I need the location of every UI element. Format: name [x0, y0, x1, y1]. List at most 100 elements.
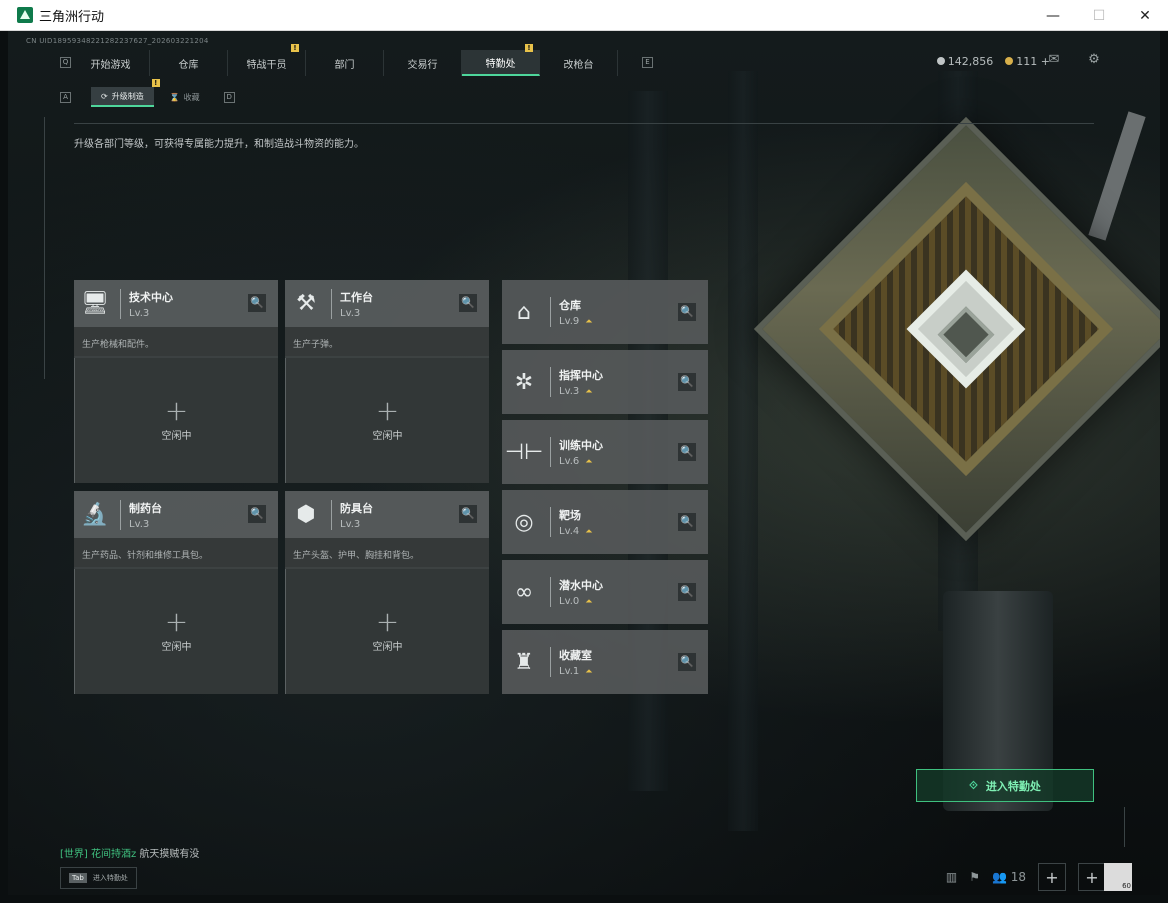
upgrade-arrow-icon: ⏶	[585, 387, 593, 397]
search-icon[interactable]: 🔍	[678, 373, 696, 391]
silver-currency[interactable]: 142,856	[936, 55, 993, 68]
command-icon: ✲	[514, 369, 534, 395]
close-button[interactable]: ✕	[1122, 0, 1168, 31]
tab-operators[interactable]: 特战干员!	[228, 44, 306, 76]
tab-warehouse[interactable]: 仓库	[150, 50, 228, 76]
facility-collection-room[interactable]: ♜ 收藏室 Lv.1 ⏶ 🔍	[502, 630, 708, 694]
tab-gunsmith[interactable]: 改枪台	[540, 50, 618, 76]
friends-icon[interactable]: 👥 18	[992, 870, 1026, 884]
dumbbell-icon: ⊣⊢	[504, 439, 544, 465]
upgrade-arrow-icon: ⏶	[585, 597, 593, 607]
upgrade-arrow-icon: ⏶	[585, 457, 593, 467]
tab-department[interactable]: 部门	[306, 50, 384, 76]
background-pillar	[728, 71, 758, 831]
search-icon[interactable]: 🔍	[459, 294, 477, 312]
search-icon[interactable]: 🔍	[678, 303, 696, 321]
subnav-next-key: D	[223, 91, 235, 103]
flag-icon[interactable]: ⚑	[969, 870, 980, 884]
collection-icon: ⌛	[169, 92, 180, 102]
enter-special-ops-button[interactable]: ⟐ 进入特勤处	[916, 769, 1094, 802]
craft-slot[interactable]: + 空闲中	[285, 569, 489, 694]
sub-nav: A ⟳ 升级制造 ! ⌛ 收藏 D	[60, 79, 235, 107]
nav-next-key: E	[642, 57, 653, 68]
app-logo-icon	[17, 7, 33, 23]
frame-line	[44, 117, 45, 379]
production-card-pharmacy[interactable]: 🔬 制药台 Lv.3 🔍 生产药品、针剂和维修工具包。 + 空闲中	[74, 491, 278, 694]
notification-badge: !	[151, 79, 160, 87]
minimize-button[interactable]: —	[1030, 0, 1076, 31]
special-ops-cube-art	[753, 116, 1160, 542]
add-team-button[interactable]: +	[1078, 863, 1106, 891]
craft-slot[interactable]: + 空闲中	[74, 569, 278, 694]
target-icon: ◎	[514, 509, 534, 535]
user-uid: CN UID18959348221282237627_202603221204	[26, 37, 209, 45]
tab-trade[interactable]: 交易行	[384, 50, 462, 76]
player-avatar[interactable]: 60	[1104, 863, 1132, 891]
notification-badge: !	[525, 44, 533, 52]
plus-icon: +	[375, 605, 400, 638]
enter-icon: ⟐	[969, 778, 978, 792]
craft-icon: ⟳	[101, 91, 108, 101]
plus-icon: +	[164, 605, 189, 638]
production-card-armor-bench[interactable]: ⬢ 防具台 Lv.3 🔍 生产头盔、护甲、胸挂和背包。 + 空闲中	[285, 491, 489, 694]
tab-key: Tab	[69, 873, 87, 883]
production-card-tech-center[interactable]: 🖥 技术中心 Lv.3 🔍 生产枪械和配件。 + 空闲中	[74, 280, 278, 483]
cubes-icon: ⬢	[296, 502, 316, 527]
plus-icon: +	[375, 394, 400, 427]
facility-shooting-range[interactable]: ◎ 靶场 Lv.4 ⏶ 🔍	[502, 490, 708, 554]
production-card-workbench[interactable]: ⚒ 工作台 Lv.3 🔍 生产子弹。 + 空闲中	[285, 280, 489, 483]
facility-command-center[interactable]: ✲ 指挥中心 Lv.3 ⏶ 🔍	[502, 350, 708, 414]
stats-chart-icon[interactable]: ▥	[946, 870, 957, 884]
search-icon[interactable]: 🔍	[459, 505, 477, 523]
currency-display: 142,856 111 +	[936, 55, 1050, 68]
craft-slot[interactable]: + 空闲中	[74, 358, 278, 483]
bottom-right-toolbar: ▥ ⚑ 👥 18 + +	[946, 863, 1106, 891]
upgrade-arrow-icon: ⏶	[585, 667, 593, 677]
notification-badge: !	[291, 44, 299, 52]
warehouse-icon: ⌂	[517, 299, 531, 325]
computer-icon: 🖥	[81, 291, 109, 316]
subnav-prev-key: A	[60, 91, 71, 103]
search-icon[interactable]: 🔍	[678, 583, 696, 601]
upgrade-arrow-icon: ⏶	[585, 317, 593, 327]
add-friend-button[interactable]: +	[1038, 863, 1066, 891]
gold-coin-icon	[1005, 57, 1014, 65]
mail-icon[interactable]: ✉	[1044, 52, 1064, 68]
search-icon[interactable]: 🔍	[248, 505, 266, 523]
craft-slot[interactable]: + 空闲中	[285, 358, 489, 483]
subtab-upgrade-craft[interactable]: ⟳ 升级制造 !	[91, 79, 160, 107]
microscope-icon: 🔬	[81, 502, 109, 527]
tab-hint[interactable]: Tab 进入特勤处	[60, 867, 137, 889]
facility-warehouse[interactable]: ⌂ 仓库 Lv.9 ⏶ 🔍	[502, 280, 708, 344]
silver-coin-icon	[936, 57, 945, 65]
game-viewport: CN UID18959348221282237627_202603221204 …	[8, 31, 1160, 895]
chat-channel: [世界]	[60, 849, 88, 860]
header-divider	[74, 123, 1094, 124]
search-icon[interactable]: 🔍	[678, 653, 696, 671]
search-icon[interactable]: 🔍	[248, 294, 266, 312]
chat-user: 花间持酒z	[91, 849, 137, 860]
tools-icon: ⚒	[296, 291, 316, 316]
window-title: 三角洲行动	[39, 9, 105, 25]
plus-icon: +	[164, 394, 189, 427]
main-nav: 开始游戏 仓库 特战干员! 部门 交易行 特勤处! 改枪台	[72, 44, 618, 76]
facility-diving-center[interactable]: ∞ 潜水中心 Lv.0 ⏶ 🔍	[502, 560, 708, 624]
trophy-icon: ♜	[514, 649, 534, 675]
tab-start-game[interactable]: 开始游戏	[72, 50, 150, 76]
subtab-collection[interactable]: ⌛ 收藏	[160, 87, 210, 107]
page-description: 升级各部门等级，可获得专属能力提升，和制造战斗物资的能力。	[74, 139, 364, 150]
upgrade-arrow-icon: ⏶	[585, 527, 593, 537]
window-titlebar: 三角洲行动 — ☐ ✕	[0, 0, 1168, 31]
chat-line[interactable]: [世界] 花间持酒z 航天摸贼有没	[60, 845, 199, 860]
search-icon[interactable]: 🔍	[678, 513, 696, 531]
settings-gear-icon[interactable]: ⚙	[1084, 52, 1104, 68]
maximize-button[interactable]: ☐	[1076, 0, 1122, 31]
tab-special-ops[interactable]: 特勤处!	[462, 44, 540, 76]
nav-prev-key: Q	[60, 57, 71, 68]
robot-arm-decoration	[1088, 111, 1146, 241]
facility-training-center[interactable]: ⊣⊢ 训练中心 Lv.6 ⏶ 🔍	[502, 420, 708, 484]
frame-line	[1124, 807, 1125, 847]
chat-message: 航天摸贼有没	[139, 849, 200, 860]
diving-mask-icon: ∞	[514, 579, 534, 605]
search-icon[interactable]: 🔍	[678, 443, 696, 461]
